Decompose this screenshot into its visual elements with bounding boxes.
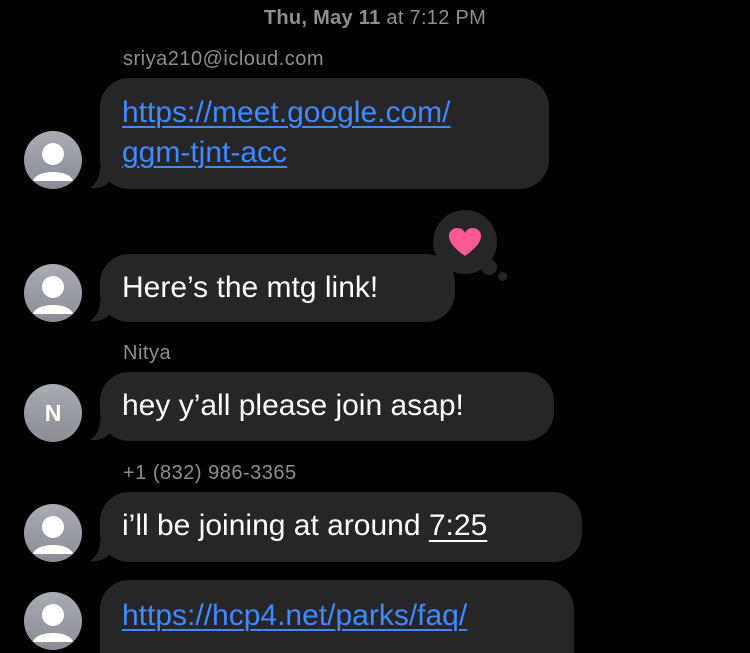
sender-name: Nitya <box>123 342 172 364</box>
timestamp-at: at <box>386 7 404 29</box>
bubble-tail <box>90 300 110 322</box>
message-bubble[interactable]: hey y’all please join asap! <box>90 372 554 441</box>
message-text: Here’s the mtg link! <box>122 271 379 304</box>
time-detector-link[interactable]: 7:25 <box>429 509 487 542</box>
person-silhouette-icon <box>33 604 73 642</box>
message-bubble[interactable]: Here’s the mtg link! <box>90 254 455 322</box>
contact-avatar[interactable]: N <box>24 384 82 442</box>
meet-link[interactable]: https://meet.google.com/ggm-tjnt-acc <box>122 96 451 169</box>
person-silhouette-icon <box>33 143 73 181</box>
bubble-tail <box>90 419 110 441</box>
contact-avatar[interactable] <box>24 592 82 650</box>
bubble-tail <box>90 540 110 562</box>
bubble-tail <box>90 167 110 189</box>
tapback-bubble-dot <box>498 272 507 281</box>
person-silhouette-icon <box>33 276 73 314</box>
conversation-timestamp: Thu, May 11 at 7:12 PM <box>0 7 750 30</box>
message-bubble[interactable]: https://meet.google.com/ggm-tjnt-acc <box>90 78 549 189</box>
sender-name: sriya210@icloud.com <box>123 48 324 70</box>
message-bubble[interactable]: i’ll be joining at around 7:25 <box>90 492 582 562</box>
faq-link[interactable]: https://hcp4.net/parks/faq/ <box>122 599 467 632</box>
contact-avatar[interactable] <box>24 504 82 562</box>
contact-avatar[interactable] <box>24 131 82 189</box>
sender-name: +1 (832) 986-3365 <box>123 462 297 484</box>
message-bubble[interactable]: https://hcp4.net/parks/faq/ <box>100 580 574 653</box>
message-text: hey y’all please join asap! <box>122 389 464 422</box>
person-silhouette-icon <box>33 516 73 554</box>
timestamp-time: 7:12 PM <box>409 7 487 29</box>
message-text: i’ll be joining at around <box>122 509 429 542</box>
tapback-bubble-dot <box>481 259 497 275</box>
timestamp-date: Thu, May 11 <box>263 7 381 29</box>
heart-icon <box>449 228 481 256</box>
contact-avatar[interactable] <box>24 264 82 322</box>
